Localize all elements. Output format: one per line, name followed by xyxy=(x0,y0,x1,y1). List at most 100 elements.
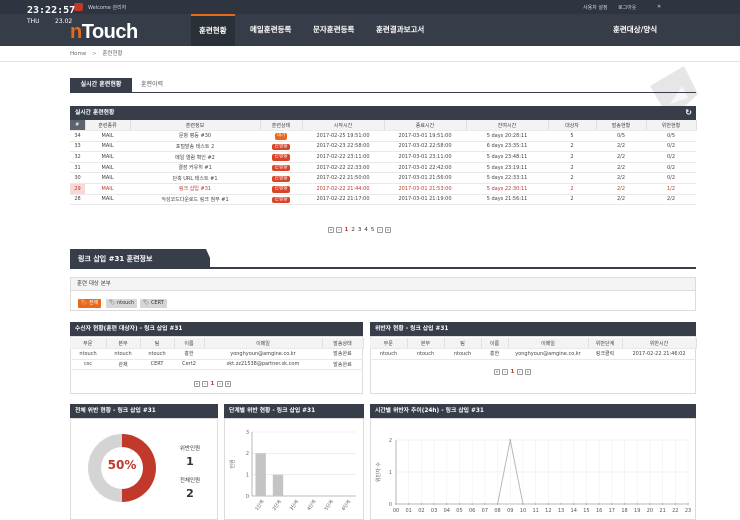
cell-targets: 2 xyxy=(548,162,596,174)
x-tick-label: 10 xyxy=(520,508,526,514)
x-tick-label: 20 xyxy=(647,508,653,514)
pager-page-4[interactable]: 4 xyxy=(364,227,368,233)
notification-bell-icon[interactable] xyxy=(74,3,83,11)
cell-sent: 2/2 xyxy=(596,183,646,195)
nav-item-training-status[interactable]: 훈련현황 xyxy=(191,14,235,46)
x-tick-label: 03 xyxy=(431,508,437,514)
refresh-icon[interactable]: ↻ xyxy=(685,106,692,120)
cell-id: 28 xyxy=(70,194,85,206)
cell-start: 2017-02-22 23:11:00 xyxy=(302,151,384,163)
chip-cert[interactable]: 🏷 CERT xyxy=(140,299,167,308)
pager-next-button[interactable]: › xyxy=(376,227,383,233)
table-row[interactable]: 34 MAIL 문항 평등 #30 대기 2017-02-25 19:51:00 2017… xyxy=(70,130,696,142)
nav-item-report[interactable]: 훈련결과보고서 xyxy=(368,14,432,46)
table-row[interactable]: 29 MAIL 링크 삽입 #31 진행중 2017-02-22 21:44:00 201… xyxy=(70,183,696,195)
app-logo[interactable]: nTouch xyxy=(70,21,138,44)
pager-page-1[interactable]: 1 xyxy=(345,227,349,233)
nav-item-mail-training[interactable]: 메일훈련등록 xyxy=(242,14,299,46)
pager-page-3[interactable]: 3 xyxy=(358,227,362,233)
table-row[interactable]: 33 MAIL 포털발송 테스트 2 진행중 2017-02-23 22:58:00 20… xyxy=(70,141,696,153)
nav-item-targets[interactable]: 훈련대상/양식 xyxy=(605,14,665,46)
breadcrumb-home[interactable]: Home xyxy=(70,51,86,57)
pager-first-button[interactable]: « xyxy=(194,381,200,387)
pager-next-button[interactable]: › xyxy=(516,369,523,375)
cell-team: CERT xyxy=(140,359,174,371)
table-row[interactable]: 28 MAIL 악성코드다운로드 링크 첨부 #1 진행중 2017-02-22 21:… xyxy=(70,194,696,206)
data-point xyxy=(496,503,499,505)
y-tick-label: 1 xyxy=(246,472,249,478)
data-point xyxy=(585,503,588,505)
total-count: 전체인원 2 xyxy=(179,478,201,500)
table-row[interactable]: 31 MAIL 결장 커유히 #1 진행중 2017-02-22 22:33:00 201… xyxy=(70,162,696,174)
cell-targets: 2 xyxy=(548,194,596,206)
cell-status: 진행중 xyxy=(260,194,302,206)
x-tick-label: 00 xyxy=(393,508,399,514)
cell-status: 진행중 xyxy=(260,141,302,153)
pager-prev-button[interactable]: ‹ xyxy=(202,381,208,387)
pager-first-button[interactable]: « xyxy=(328,227,334,233)
cell-info: 링크 삽입 #31 xyxy=(130,183,260,195)
x-tick-label: 07 xyxy=(482,508,488,514)
data-point xyxy=(522,503,524,505)
status-badge: 진행중 xyxy=(272,186,290,193)
pager-last-button[interactable]: » xyxy=(524,369,531,375)
column-header: 위반단계 xyxy=(588,338,623,350)
cell-violations: 0/2 xyxy=(646,172,696,185)
cell-name: 홍한 xyxy=(481,348,508,360)
x-tick-label: 02 xyxy=(418,508,424,514)
chip-all[interactable]: 🏷 전체 xyxy=(78,299,102,308)
cell-targets: 2 xyxy=(548,141,596,153)
cell-status: 진행중 xyxy=(260,162,302,174)
pager-prev-button[interactable]: ‹ xyxy=(336,227,342,233)
table-row[interactable]: csc 관제 CERT Cert2 skt.zz21538@partner.sk.com… xyxy=(70,359,363,371)
cell-end: 2017-03-01 23:11:00 xyxy=(384,151,466,163)
pager-page-2[interactable]: 2 xyxy=(351,227,355,233)
tab-training-history[interactable]: 훈련이력 xyxy=(132,78,172,92)
nav-item-sms-training[interactable]: 문자훈련등록 xyxy=(305,14,362,46)
pager-page-1[interactable]: 1 xyxy=(511,369,515,375)
pager-next-button[interactable]: › xyxy=(216,381,223,387)
x-tick-label: 14 xyxy=(571,508,577,514)
pager-prev-button[interactable]: ‹ xyxy=(502,369,508,375)
x-tick-label: 08 xyxy=(494,508,500,514)
cell-violations: 0/2 xyxy=(646,151,696,163)
cell-stage: 링크클릭 xyxy=(588,348,622,360)
cell-id: 33 xyxy=(70,141,85,153)
pager-first-button[interactable]: « xyxy=(494,369,500,375)
y-tick-label: 0 xyxy=(246,494,249,500)
cell-remain: 5 days 23:19:11 xyxy=(466,162,548,174)
column-header: 훈련정보 xyxy=(130,120,261,132)
table-row[interactable]: ntouch ntouch ntouch 홍한 yonghyoun@amgine.co.… xyxy=(70,348,363,360)
cell-status: 대기 xyxy=(260,130,302,142)
cell-start: 2017-02-22 21:50:00 xyxy=(302,172,384,185)
x-tick-label: 22 xyxy=(672,508,678,514)
cell-violations: 2/2 xyxy=(646,194,696,206)
logout-link[interactable]: 로그아웃 xyxy=(618,4,636,11)
cell-name: Cert2 xyxy=(174,359,204,371)
cell-type: MAIL xyxy=(85,130,130,142)
cell-sent: 2/2 xyxy=(596,151,646,163)
user-settings-link[interactable]: 사용자 설정 xyxy=(583,4,608,11)
table-row[interactable]: 32 MAIL 메일 열람 확인 #2 진행중 2017-02-22 23:11:00 2… xyxy=(70,151,696,163)
x-tick-label: 5단계 xyxy=(323,498,335,511)
data-point xyxy=(572,503,575,505)
column-header: 훈련상태 xyxy=(260,120,303,132)
tab-realtime-status[interactable]: 실시간 훈련현황 xyxy=(70,78,132,92)
violators-panel-header: 위반자 현황 - 링크 삽입 #31 xyxy=(370,322,696,336)
close-icon[interactable]: ✕ xyxy=(657,4,661,10)
pager-page-1[interactable]: 1 xyxy=(211,381,215,387)
column-header: 시작시간 xyxy=(302,120,385,132)
top-bar: Welcome 관리자 사용자 설정 로그아웃 ✕ xyxy=(0,0,740,14)
table-row[interactable]: ntouch ntouch ntouch 홍한 yonghyoun@amgine.co.… xyxy=(370,348,696,360)
pager-last-button[interactable]: » xyxy=(384,227,391,233)
status-badge: 진행중 xyxy=(272,164,290,172)
table-row[interactable]: 30 MAIL 단축 URL 테스트 #1 진행중 2017-02-22 21:50:0… xyxy=(70,172,696,185)
cell-start: 2017-02-22 21:44:00 xyxy=(302,183,384,195)
x-tick-label: 13 xyxy=(558,508,564,514)
clock-time: 23:22:57 xyxy=(27,5,76,16)
chip-ntouch[interactable]: 🏷 ntouch xyxy=(106,299,138,308)
x-tick-label: 01 xyxy=(406,508,412,514)
pager-page-5[interactable]: 5 xyxy=(371,227,375,233)
column-header: 발송현황 xyxy=(596,120,647,132)
pager-last-button[interactable]: » xyxy=(224,381,231,387)
